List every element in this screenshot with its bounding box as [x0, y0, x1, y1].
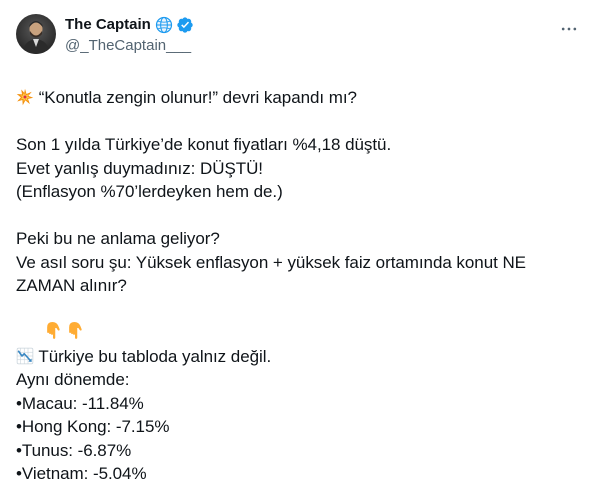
more-options-icon	[561, 27, 577, 31]
tweet-text: “Konutla zengin olunur!” devri kapandı m…	[16, 86, 582, 486]
tweet-line: Peki bu ne anlama geliyor?	[16, 229, 220, 248]
tweet-header: The Captain @_TheCaptain___	[16, 14, 582, 62]
list-item: •Tunus: -6.87%	[16, 440, 132, 460]
list-item: •Macau: -11.84%	[16, 393, 144, 413]
pointing-down-emojis	[16, 298, 582, 339]
list-item: •Vietnam: -5.04%	[16, 464, 147, 483]
tweet-line: ZAMAN alınır?	[16, 276, 127, 295]
tweet-line: “Konutla zengin olunur!” devri kapandı m…	[16, 86, 582, 110]
tweet-line: (Enflasyon %70’lerdeyken hem de.)	[16, 182, 283, 201]
author-identity: The Captain @_TheCaptain___	[65, 15, 194, 56]
globe-icon	[155, 16, 173, 34]
tweet-card: The Captain @_TheCaptain___ “Konutla zen…	[0, 0, 598, 492]
name-row: The Captain	[65, 15, 194, 35]
tweet-line: Ve asıl soru şu: Yüksek enflasyon + yüks…	[16, 252, 526, 272]
list-item: •Hong Kong: -7.15%	[16, 417, 170, 436]
tweet-line: Türkiye bu tabloda yalnız değil.	[16, 345, 582, 369]
pointing-down-emoji-icon	[62, 322, 84, 342]
handle[interactable]: @_TheCaptain___	[65, 36, 194, 56]
chart-decreasing-emoji-icon	[16, 347, 34, 366]
tweet-line: Aynı dönemde:	[16, 370, 130, 389]
display-name[interactable]: The Captain	[65, 15, 151, 35]
avatar[interactable]	[16, 14, 56, 54]
pointing-down-emoji-icon	[44, 322, 62, 342]
tweet-line: Son 1 yılda Türkiye’de konut fiyatları %…	[16, 135, 392, 154]
more-options-button[interactable]	[558, 18, 580, 40]
tweet-headline: “Konutla zengin olunur!” devri kapandı m…	[38, 88, 357, 107]
tweet-line: Evet yanlış duymadınız: DÜŞTÜ!	[16, 158, 263, 178]
collision-emoji-icon	[16, 88, 34, 108]
verified-badge-icon[interactable]	[176, 16, 194, 34]
tweet-subheadline: Türkiye bu tabloda yalnız değil.	[38, 346, 272, 366]
